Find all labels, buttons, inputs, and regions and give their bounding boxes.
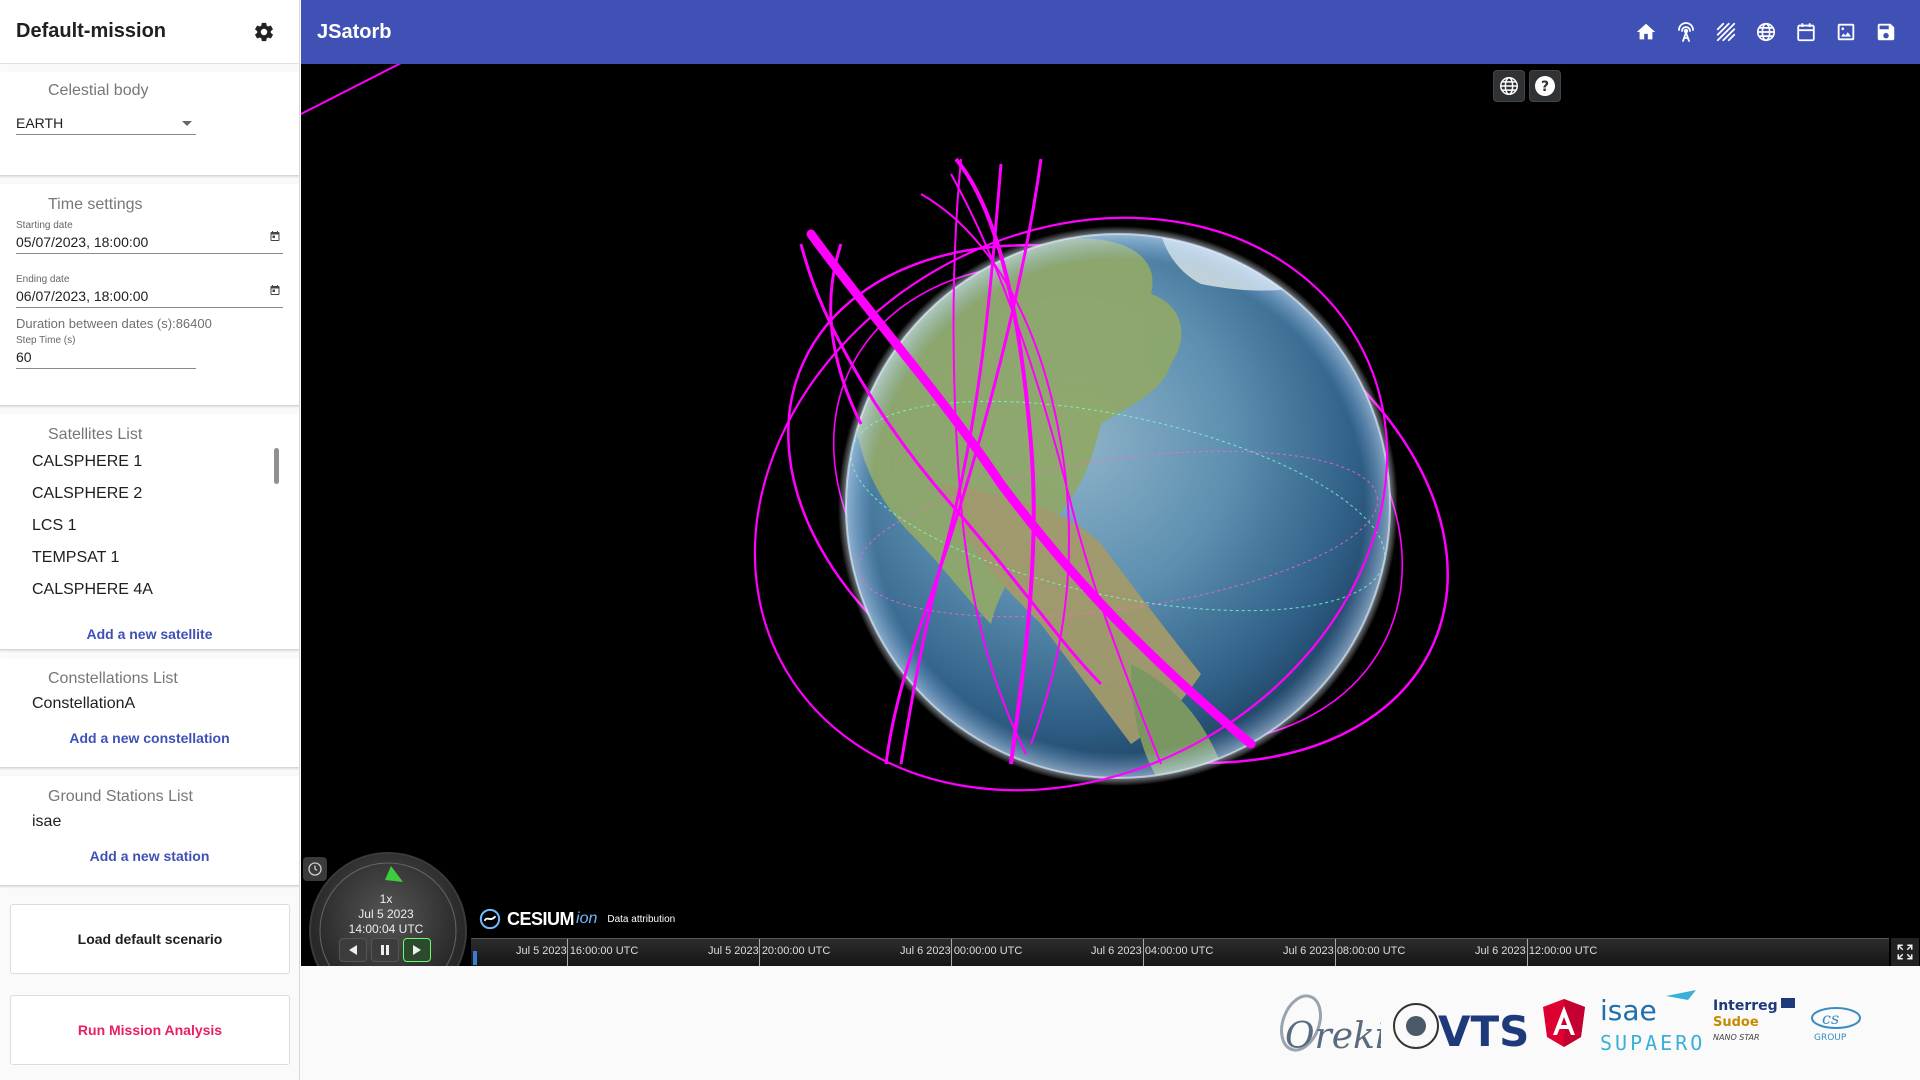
- settings-gear-icon[interactable]: [251, 19, 277, 45]
- timeline-label: Jul 6 2023 08:00:00 UTC: [1283, 945, 1406, 957]
- add-station-button[interactable]: Add a new station: [0, 848, 299, 864]
- ending-date-value: 06/07/2023, 18:00:00: [16, 288, 149, 304]
- cesium-ion-logo: ion: [576, 910, 598, 927]
- add-constellation-button[interactable]: Add a new constellation: [0, 730, 299, 746]
- fullscreen-icon[interactable]: [1891, 938, 1919, 966]
- animation-speed: 1x: [379, 892, 393, 906]
- satellites-title: Satellites List: [48, 426, 143, 443]
- orbit-path: [301, 64, 402, 115]
- list-item[interactable]: isae: [0, 806, 299, 838]
- step-time-label: Step Time (s): [16, 335, 76, 346]
- satellites-list: CALSPHERE 1 CALSPHERE 2 LCS 1 TEMPSAT 1 …: [0, 446, 299, 606]
- orekit-logo: Orekit: [1271, 978, 1381, 1068]
- interreg-sudoe-logo: Interreg Sudoe NANO STAR: [1711, 978, 1801, 1068]
- timeline-label: Jul 6 2023 04:00:00 UTC: [1091, 945, 1214, 957]
- starting-date-label: Starting date: [16, 220, 73, 231]
- list-item[interactable]: CALSPHERE 1: [0, 446, 299, 478]
- timeline-label: Jul 5 2023 16:00:00 UTC: [516, 945, 639, 957]
- run-mission-analysis-button[interactable]: Run Mission Analysis: [10, 995, 290, 1065]
- mission-title: Default-mission: [16, 20, 167, 42]
- ground-stations-panel: Ground Stations List isae Add a new stat…: [0, 776, 299, 886]
- time-settings-title: Time settings: [48, 196, 143, 213]
- vts-logo: VTS: [1386, 978, 1536, 1068]
- base-layer-picker-globe-icon[interactable]: [1493, 70, 1525, 102]
- animation-widget: 1x Jul 5 2023 14:00:04 UTC: [301, 852, 471, 966]
- satellites-panel: Satellites List CALSPHERE 1 CALSPHERE 2 …: [0, 414, 299, 650]
- step-time-value: 60: [16, 349, 32, 365]
- image-icon[interactable]: [1830, 16, 1862, 48]
- sidebar: Default-mission Celestial body EARTH Tim…: [0, 0, 300, 1080]
- step-time-field[interactable]: Step Time (s) 60: [16, 335, 196, 369]
- animation-text: 1x Jul 5 2023 14:00:04 UTC: [301, 892, 471, 937]
- toolbar: [1630, 16, 1902, 48]
- cesium-logo-icon: [479, 908, 501, 930]
- angular-logo-icon: [1541, 978, 1591, 1068]
- play-reverse-icon[interactable]: [339, 938, 367, 962]
- ground-stations-title: Ground Stations List: [48, 788, 193, 805]
- duration-text: Duration between dates (s):86400: [16, 316, 212, 331]
- isae-supaero-logo: isae SUPAERO: [1596, 978, 1706, 1068]
- celestial-select[interactable]: EARTH: [16, 112, 196, 135]
- play-icon[interactable]: [403, 938, 431, 962]
- app-title: JSatorb: [317, 20, 392, 43]
- ending-date-field[interactable]: Ending date 06/07/2023, 18:00:00: [16, 274, 283, 308]
- load-default-scenario-button[interactable]: Load default scenario: [10, 904, 290, 974]
- timeline-label: Jul 6 2023 00:00:00 UTC: [900, 945, 1023, 957]
- ending-date-label: Ending date: [16, 274, 70, 285]
- calendar-icon[interactable]: [1790, 16, 1822, 48]
- partner-logos: Orekit VTS isae SUPAERO Interreg Sudoe N…: [301, 966, 1920, 1080]
- vts-text: VTS: [1438, 1007, 1529, 1056]
- cesium-viewer[interactable]: ? 1x Jul 5 2023 14:00:04 UTC CESIUM ion …: [301, 64, 1920, 966]
- timeline[interactable]: Jul 5 2023 16:00:00 UTC Jul 5 2023 20:00…: [471, 938, 1889, 966]
- list-item[interactable]: TEMPSAT 1: [0, 542, 299, 574]
- cs-group-text: GROUP: [1814, 1033, 1847, 1043]
- nanostar-text: NANO STAR: [1713, 1033, 1760, 1042]
- top-app-bar: JSatorb: [301, 0, 1920, 64]
- globe-scene[interactable]: [301, 64, 1920, 966]
- animation-date: Jul 5 2023: [358, 907, 414, 921]
- timeline-label: Jul 5 2023 20:00:00 UTC: [708, 945, 831, 957]
- scrollbar[interactable]: [274, 448, 279, 484]
- chevron-down-icon: [182, 121, 192, 126]
- add-satellite-button[interactable]: Add a new satellite: [0, 626, 299, 642]
- orekit-text: Orekit: [1285, 1016, 1381, 1057]
- animation-buttons: [339, 938, 431, 962]
- animation-time: 14:00:04 UTC: [348, 922, 424, 936]
- cesium-logo: CESIUM: [507, 908, 575, 929]
- list-item[interactable]: CALSPHERE 2: [0, 478, 299, 510]
- list-item[interactable]: CALSPHERE 4A: [0, 574, 299, 606]
- sudoe-text: Sudoe: [1713, 1015, 1759, 1030]
- isae-text: isae: [1600, 994, 1657, 1027]
- antenna-icon[interactable]: [1670, 16, 1702, 48]
- interreg-text: Interreg: [1713, 998, 1778, 1014]
- constellations-title: Constellations List: [48, 670, 178, 687]
- calendar-icon[interactable]: [269, 229, 281, 247]
- timeline-label: Jul 6 2023 12:00:00 UTC: [1475, 945, 1598, 957]
- home-icon[interactable]: [1630, 16, 1662, 48]
- sidebar-header: Default-mission: [0, 0, 299, 64]
- starting-date-field[interactable]: Starting date 05/07/2023, 18:00:00: [16, 220, 283, 254]
- pause-icon[interactable]: [371, 938, 399, 962]
- celestial-panel: Celestial body EARTH: [0, 72, 299, 176]
- stripes-icon[interactable]: [1710, 16, 1742, 48]
- help-icon[interactable]: ?: [1529, 70, 1561, 102]
- timeline-needle[interactable]: [473, 951, 477, 965]
- supaero-text: SUPAERO: [1600, 1031, 1705, 1055]
- svg-text:?: ?: [1541, 79, 1549, 95]
- calendar-icon[interactable]: [269, 283, 281, 301]
- cesium-credits: CESIUM ion Data attribution: [479, 908, 675, 930]
- list-item[interactable]: LCS 1: [0, 510, 299, 542]
- save-icon[interactable]: [1870, 16, 1902, 48]
- time-settings-panel: Time settings Starting date 05/07/2023, …: [0, 184, 299, 406]
- atmosphere: [838, 226, 1398, 786]
- data-attribution-link[interactable]: Data attribution: [607, 914, 675, 925]
- globe-icon[interactable]: [1750, 16, 1782, 48]
- celestial-select-value: EARTH: [16, 115, 64, 131]
- list-item[interactable]: ConstellationA: [0, 688, 299, 720]
- celestial-title: Celestial body: [48, 82, 149, 99]
- cs-group-logo: cs GROUP: [1806, 978, 1866, 1068]
- starting-date-value: 05/07/2023, 18:00:00: [16, 234, 149, 250]
- svg-text:cs: cs: [1822, 1009, 1839, 1028]
- constellations-panel: Constellations List ConstellationA Add a…: [0, 658, 299, 768]
